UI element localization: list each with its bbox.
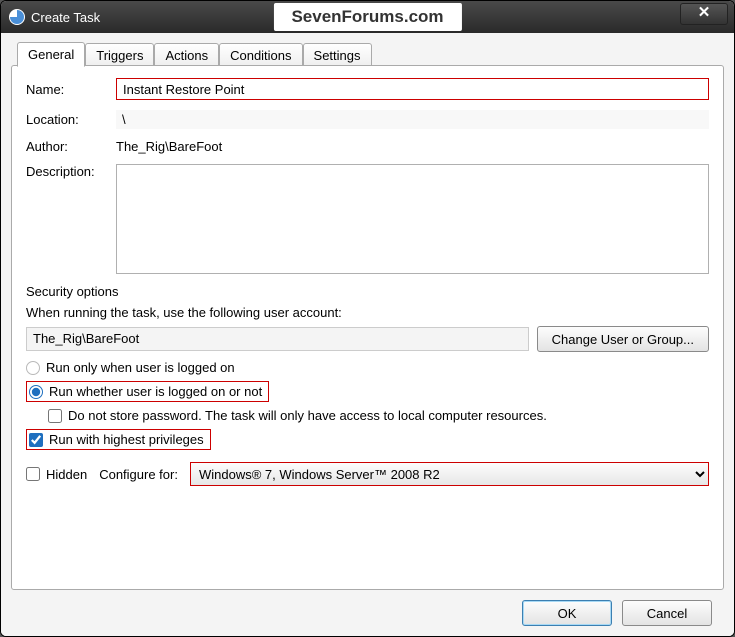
- ok-button[interactable]: OK: [522, 600, 612, 626]
- tab-conditions[interactable]: Conditions: [219, 43, 302, 67]
- radio-logged-or-not-row[interactable]: Run whether user is logged on or not: [26, 381, 269, 402]
- radio-logged-on-row[interactable]: Run only when user is logged on: [26, 360, 709, 375]
- tab-settings[interactable]: Settings: [303, 43, 372, 67]
- tabstrip: General Triggers Actions Conditions Sett…: [17, 41, 724, 66]
- highest-priv-row[interactable]: Run with highest privileges: [26, 429, 211, 450]
- bottom-row: Hidden Configure for: Windows® 7, Window…: [26, 462, 709, 486]
- radio-logged-or-not-label: Run whether user is logged on or not: [49, 384, 262, 399]
- security-title: Security options: [26, 284, 709, 299]
- description-label: Description:: [26, 164, 116, 179]
- titlebar: Create Task SevenForums.com ✕: [1, 1, 734, 33]
- location-label: Location:: [26, 112, 116, 127]
- highest-priv-label: Run with highest privileges: [49, 432, 204, 447]
- security-options: Security options When running the task, …: [26, 284, 709, 450]
- description-input[interactable]: [116, 164, 709, 274]
- account-display: The_Rig\BareFoot: [26, 327, 529, 351]
- name-input[interactable]: [116, 78, 709, 100]
- client-area: General Triggers Actions Conditions Sett…: [1, 33, 734, 636]
- close-button[interactable]: ✕: [680, 3, 728, 25]
- author-value: The_Rig\BareFoot: [116, 139, 709, 154]
- create-task-window: Create Task SevenForums.com ✕ General Tr…: [0, 0, 735, 637]
- author-label: Author:: [26, 139, 116, 154]
- tab-general[interactable]: General: [17, 42, 85, 67]
- configure-for-select[interactable]: Windows® 7, Windows Server™ 2008 R2: [190, 462, 709, 486]
- do-not-store-pw-checkbox[interactable]: [48, 409, 62, 423]
- tab-actions[interactable]: Actions: [154, 43, 219, 67]
- window-title: Create Task: [31, 10, 100, 25]
- tabpanel-general: Name: Location: \ Author: The_Rig\BareFo…: [11, 65, 724, 590]
- hidden-label: Hidden: [46, 467, 87, 482]
- tab-triggers[interactable]: Triggers: [85, 43, 154, 67]
- cancel-button[interactable]: Cancel: [622, 600, 712, 626]
- run-as-text: When running the task, use the following…: [26, 305, 709, 320]
- watermark: SevenForums.com: [273, 3, 461, 31]
- change-user-button[interactable]: Change User or Group...: [537, 326, 709, 352]
- hidden-row[interactable]: Hidden: [26, 467, 87, 482]
- radio-logged-or-not[interactable]: [29, 385, 43, 399]
- radio-logged-on-label: Run only when user is logged on: [46, 360, 235, 375]
- highest-priv-checkbox[interactable]: [29, 433, 43, 447]
- radio-logged-on[interactable]: [26, 361, 40, 375]
- name-label: Name:: [26, 82, 116, 97]
- location-value: \: [116, 110, 709, 129]
- do-not-store-pw-row[interactable]: Do not store password. The task will onl…: [48, 408, 709, 423]
- do-not-store-pw-label: Do not store password. The task will onl…: [68, 408, 547, 423]
- configure-for-label: Configure for:: [99, 467, 178, 482]
- clock-icon: [9, 9, 25, 25]
- hidden-checkbox[interactable]: [26, 467, 40, 481]
- footer: OK Cancel: [11, 590, 724, 626]
